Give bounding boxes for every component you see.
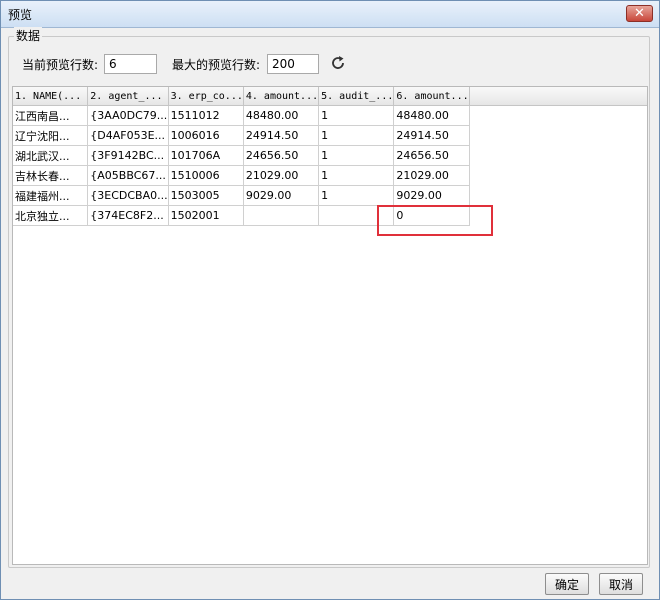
table-cell: 江西南昌... <box>13 105 89 126</box>
table-row[interactable]: 吉林长春... {A05BBC67... 1510006 21029.00 1 … <box>13 165 647 186</box>
max-rows-input[interactable] <box>267 54 319 74</box>
column-header[interactable]: 1. NAME(... <box>13 87 89 106</box>
table-cell: 9029.00 <box>243 185 320 206</box>
row-filler <box>469 186 647 206</box>
max-rows-label: 最大的预览行数: <box>172 58 261 72</box>
row-filler <box>469 206 647 226</box>
table-cell: {D4AF053E... <box>87 125 169 146</box>
table-cell: 24914.50 <box>243 125 320 146</box>
table-cell: 1 <box>318 185 395 206</box>
table-cell: 1510006 <box>168 165 244 186</box>
table-cell: 1503005 <box>168 185 244 206</box>
table-cell: 1 <box>318 145 395 166</box>
table-row[interactable]: 辽宁沈阳... {D4AF053E... 1006016 24914.50 1 … <box>13 125 647 146</box>
column-header[interactable]: 5. audit_... <box>318 87 395 106</box>
table-row[interactable]: 北京独立... {374EC8F2... 1502001 0 <box>13 205 647 226</box>
table-cell: 24656.50 <box>393 145 470 166</box>
current-rows-label: 当前预览行数: <box>22 58 99 72</box>
table-cell: 1502001 <box>168 205 244 226</box>
table-cell: 48480.00 <box>243 105 320 126</box>
group-label: 数据 <box>14 27 43 44</box>
row-filler <box>469 106 647 126</box>
table-cell: 9029.00 <box>393 185 470 206</box>
table-cell: 1511012 <box>168 105 244 126</box>
title-bar: 预览 ✕ <box>1 1 659 28</box>
column-header[interactable]: 4. amount... <box>243 87 320 106</box>
table-cell: {A05BBC67... <box>87 165 169 186</box>
table-cell <box>243 205 320 226</box>
header-filler <box>469 87 647 106</box>
table-cell: 1 <box>318 105 395 126</box>
table-row[interactable]: 湖北武汉... {3F9142BC... 101706A 24656.50 1 … <box>13 145 647 166</box>
table-cell: 辽宁沈阳... <box>13 125 89 146</box>
table-cell: 湖北武汉... <box>13 145 89 166</box>
column-header[interactable]: 3. erp_co... <box>168 87 244 106</box>
column-header[interactable]: 2. agent_... <box>87 87 169 106</box>
highlight-box <box>377 205 493 236</box>
ok-button[interactable]: 确定 <box>545 573 589 595</box>
cancel-button[interactable]: 取消 <box>599 573 643 595</box>
row-filler <box>469 166 647 186</box>
row-filler <box>469 146 647 166</box>
table-cell: 吉林长春... <box>13 165 89 186</box>
column-header[interactable]: 6. amount... <box>393 87 470 106</box>
table-cell: 24656.50 <box>243 145 320 166</box>
row-filler <box>469 126 647 146</box>
table-header-row: 1. NAME(... 2. agent_... 3. erp_co... 4.… <box>13 87 647 106</box>
table-cell: 101706A <box>168 145 244 166</box>
table-cell: {374EC8F2... <box>87 205 169 226</box>
table-row[interactable]: 福建福州... {3ECDCBA0... 1503005 9029.00 1 9… <box>13 185 647 206</box>
table-cell: 21029.00 <box>243 165 320 186</box>
window-title: 预览 <box>8 8 33 22</box>
close-button[interactable]: ✕ <box>626 5 653 22</box>
preview-table: 1. NAME(... 2. agent_... 3. erp_co... 4.… <box>12 86 648 565</box>
refresh-icon[interactable] <box>329 54 347 72</box>
table-cell: 1 <box>318 125 395 146</box>
table-row[interactable]: 江西南昌... {3AA0DC79... 1511012 48480.00 1 … <box>13 105 647 126</box>
current-rows-input[interactable] <box>104 54 157 74</box>
table-cell: 48480.00 <box>393 105 470 126</box>
table-cell: 21029.00 <box>393 165 470 186</box>
table-cell: {3AA0DC79... <box>87 105 169 126</box>
table-cell: 1 <box>318 165 395 186</box>
table-cell: {3ECDCBA0... <box>87 185 169 206</box>
table-cell: 福建福州... <box>13 185 89 206</box>
table-cell: 1006016 <box>168 125 244 146</box>
table-cell: 24914.50 <box>393 125 470 146</box>
table-cell: 北京独立... <box>13 205 89 226</box>
close-icon: ✕ <box>634 6 645 21</box>
table-cell: {3F9142BC... <box>87 145 169 166</box>
